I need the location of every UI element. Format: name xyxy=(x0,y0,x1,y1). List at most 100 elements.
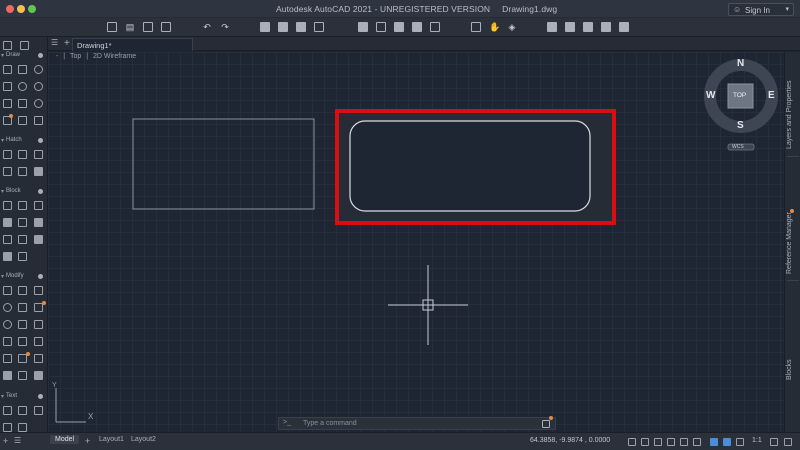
pin-icon[interactable] xyxy=(38,138,43,143)
pan-icon[interactable]: ✋ xyxy=(489,22,500,32)
close-window-button[interactable] xyxy=(6,5,14,13)
grid-icon[interactable] xyxy=(628,438,636,446)
hatch-edit-icon[interactable] xyxy=(3,167,12,176)
lengthen-icon[interactable] xyxy=(18,371,27,380)
multiline-text-icon[interactable] xyxy=(3,406,12,415)
move-icon[interactable] xyxy=(3,286,12,295)
save-icon[interactable] xyxy=(143,22,153,32)
isodraft-icon[interactable] xyxy=(680,438,688,446)
polyline-icon[interactable] xyxy=(18,65,27,74)
copy-icon[interactable] xyxy=(18,286,27,295)
undo-icon[interactable]: ↶ xyxy=(202,22,212,32)
tab-model[interactable]: Model xyxy=(50,435,80,444)
layer-state-icon[interactable] xyxy=(547,22,557,32)
text-style-icon[interactable] xyxy=(34,406,43,415)
construction-line-icon[interactable] xyxy=(3,99,12,108)
viewcube[interactable] xyxy=(704,59,778,151)
sheet-icon[interactable] xyxy=(358,22,368,32)
layout-list-icon[interactable]: ☰ xyxy=(14,436,21,445)
object-snap-tracking-icon[interactable] xyxy=(710,438,718,446)
batch-plot-icon[interactable] xyxy=(314,22,324,32)
orbit-icon[interactable]: ◈ xyxy=(507,22,517,32)
spline-icon[interactable] xyxy=(18,99,27,108)
palette-section-text[interactable]: ▾ Text xyxy=(0,393,48,402)
palette-view-icon[interactable] xyxy=(20,41,29,50)
plot-icon[interactable] xyxy=(260,22,270,32)
layers-properties-panel-tab[interactable]: Layers and Properties xyxy=(786,81,793,149)
wipeout-icon[interactable] xyxy=(18,167,27,176)
revcloud-icon[interactable] xyxy=(34,116,43,125)
compass-north[interactable]: N xyxy=(737,58,744,69)
add-tab-icon[interactable]: + xyxy=(64,38,70,49)
reference-manager-panel-tab[interactable]: Reference Manager xyxy=(786,212,793,274)
sync-block-icon[interactable] xyxy=(3,252,12,261)
block-library-icon[interactable] xyxy=(18,252,27,261)
fillet-icon[interactable] xyxy=(3,320,12,329)
copy-clip-icon[interactable] xyxy=(412,22,422,32)
mirror-icon[interactable] xyxy=(18,303,27,312)
array-icon[interactable] xyxy=(18,320,27,329)
drawing-canvas[interactable]: - | Top | 2D Wireframe Y X N S E W TOP W… xyxy=(48,52,784,432)
wblock-icon[interactable] xyxy=(3,235,12,244)
rotate-icon[interactable] xyxy=(3,303,12,312)
redo-icon[interactable]: ↷ xyxy=(220,22,230,32)
create-block-icon[interactable] xyxy=(18,201,27,210)
snap-icon[interactable] xyxy=(641,438,649,446)
text-edit-icon[interactable] xyxy=(3,423,12,432)
block-editor-icon[interactable] xyxy=(34,201,43,210)
boundary-icon[interactable] xyxy=(18,116,27,125)
arc-icon[interactable] xyxy=(18,82,27,91)
offset-icon[interactable] xyxy=(34,320,43,329)
layer-off-icon[interactable] xyxy=(583,22,593,32)
palette-section-block[interactable]: ▾ Block xyxy=(0,188,48,197)
pin-icon[interactable] xyxy=(38,53,43,58)
hatch-icon[interactable] xyxy=(3,150,12,159)
xref-icon[interactable] xyxy=(18,235,27,244)
lineweight-icon[interactable] xyxy=(723,438,731,446)
tab-layout2[interactable]: Layout2 xyxy=(131,436,156,443)
insert-block-icon[interactable] xyxy=(3,201,12,210)
workspace-icon[interactable] xyxy=(770,438,778,446)
boundary-hatch-icon[interactable] xyxy=(34,150,43,159)
rectangle-shape[interactable] xyxy=(132,118,315,210)
publish-icon[interactable] xyxy=(296,22,306,32)
sign-in-button[interactable]: ☺ Sign In ▾ xyxy=(728,3,794,16)
save-as-icon[interactable] xyxy=(161,22,171,32)
minimize-window-button[interactable] xyxy=(17,5,25,13)
ellipse-icon[interactable] xyxy=(34,82,43,91)
palette-section-modify[interactable]: ▾ Modify xyxy=(0,273,48,282)
customize-icon[interactable] xyxy=(784,438,792,446)
solid-fill-icon[interactable] xyxy=(34,167,43,176)
new-file-icon[interactable] xyxy=(107,22,117,32)
scale-icon[interactable] xyxy=(3,337,12,346)
pin-icon[interactable] xyxy=(38,274,43,279)
osnap-icon[interactable] xyxy=(693,438,701,446)
palette-section-hatch[interactable]: ▾ Hatch xyxy=(0,137,48,146)
gradient-icon[interactable] xyxy=(18,150,27,159)
stretch-icon[interactable] xyxy=(34,286,43,295)
donut-icon[interactable] xyxy=(34,99,43,108)
match-icon[interactable] xyxy=(394,22,404,32)
circle-icon[interactable] xyxy=(34,65,43,74)
break-icon[interactable] xyxy=(3,354,12,363)
maximize-window-button[interactable] xyxy=(28,5,36,13)
pin-icon[interactable] xyxy=(38,189,43,194)
zoom-icon[interactable] xyxy=(471,22,481,32)
tab-drawing1[interactable]: Drawing1* xyxy=(72,38,193,51)
manage-attributes-icon[interactable] xyxy=(34,218,43,227)
layer-isolate-icon[interactable] xyxy=(565,22,575,32)
layer-icon[interactable] xyxy=(376,22,386,32)
open-file-icon[interactable]: ▤ xyxy=(125,22,135,32)
chamfer-icon[interactable] xyxy=(3,371,12,380)
polar-icon[interactable] xyxy=(667,438,675,446)
compass-west[interactable]: W xyxy=(706,90,715,101)
block-palette-icon[interactable] xyxy=(34,235,43,244)
add-sheet-button[interactable]: + xyxy=(85,436,90,446)
ortho-icon[interactable] xyxy=(654,438,662,446)
erase-icon[interactable] xyxy=(34,337,43,346)
palette-section-draw[interactable]: ▾ Draw xyxy=(0,52,48,61)
pin-icon[interactable] xyxy=(38,394,43,399)
view-icon[interactable] xyxy=(430,22,440,32)
rounded-rectangle-shape[interactable] xyxy=(349,120,591,212)
blocks-panel-tab[interactable]: Blocks xyxy=(786,359,793,380)
